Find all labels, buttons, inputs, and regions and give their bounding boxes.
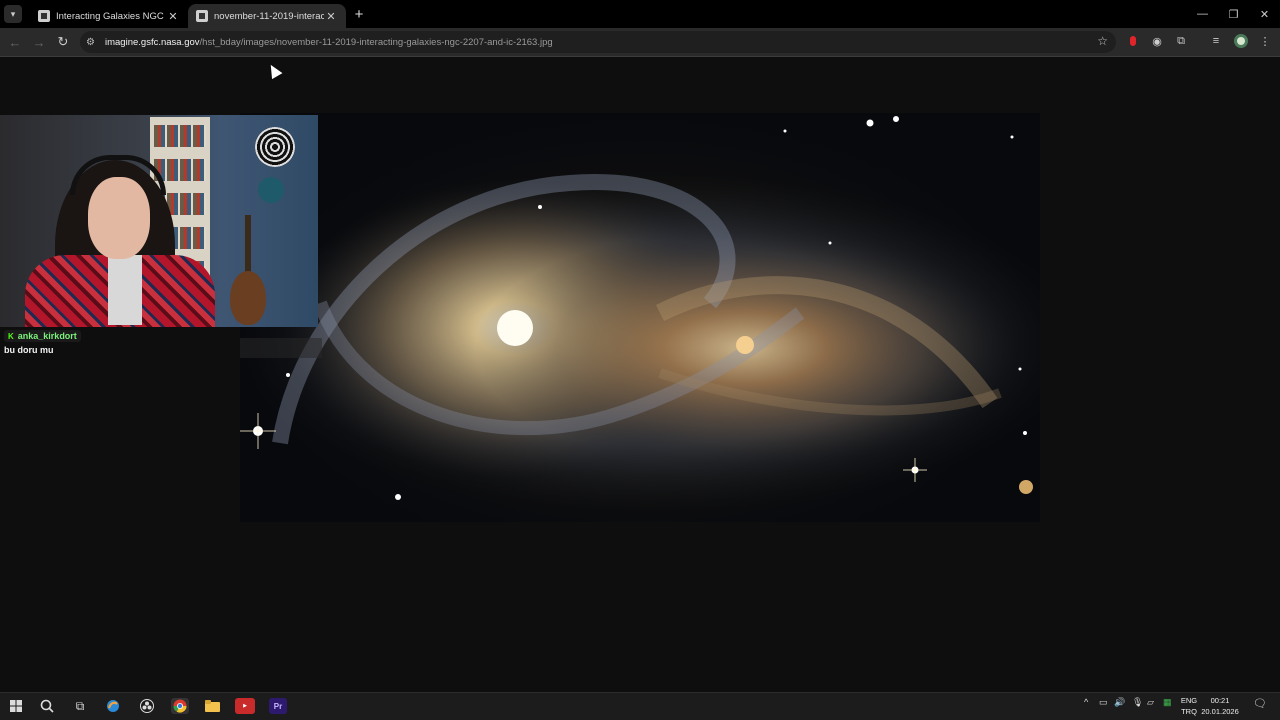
shield-icon[interactable]: ◉ [1149, 33, 1165, 49]
reload-icon[interactable]: ↻ [51, 30, 75, 54]
network-icon[interactable]: ▱ [1147, 697, 1154, 708]
chat-message: bu doru mu [4, 345, 54, 355]
clock-date: 20.01.2026 [1201, 707, 1239, 716]
task-view-icon[interactable]: ⧉ [71, 698, 89, 714]
kebab-menu-icon[interactable]: ⋮ [1257, 33, 1273, 49]
tray-overflow-icon[interactable]: ^ [1084, 697, 1088, 707]
battery-icon[interactable]: ▭ [1099, 697, 1108, 708]
tab-title: november-11-2019-interacting [214, 10, 324, 22]
tune-icon[interactable]: ⚙ [86, 37, 100, 48]
tab-close-icon[interactable]: ✕ [324, 10, 338, 23]
star-icon[interactable]: ☆ [1097, 34, 1108, 48]
window-controls: — ❐ ✕ [1187, 0, 1280, 28]
microphone-icon[interactable]: 🎙 [1132, 697, 1143, 708]
wall-decor-target [255, 127, 295, 167]
record-icon[interactable] [1125, 33, 1141, 49]
chrome-icon[interactable] [171, 698, 189, 714]
forward-arrow-icon[interactable]: → [27, 30, 51, 54]
chat-overlay: K anka_kirkdort bu doru mu [4, 330, 81, 355]
puzzle-icon[interactable]: ⧉ [1173, 33, 1189, 49]
wall-decor-globe [258, 177, 284, 203]
nasa-favicon-icon [196, 10, 208, 22]
url-host: imagine.gsfc.nasa.gov [105, 36, 200, 48]
tab-1[interactable]: november-11-2019-interacting ✕ [188, 4, 346, 28]
chat-username: anka_kirkdort [17, 331, 77, 341]
new-tab-button[interactable]: + [348, 6, 370, 23]
tray-app-icon[interactable]: ▦ [1163, 697, 1172, 708]
browser-toolbar: ← → ↻ ⚙ imagine.gsfc.nasa.gov/hst_bday/i… [0, 28, 1280, 57]
obs-icon[interactable] [138, 698, 156, 714]
chat-author: K anka_kirkdort [4, 330, 81, 342]
premiere-pro-icon[interactable]: Pr [269, 698, 287, 714]
profile-avatar-icon[interactable] [1233, 33, 1249, 49]
maximize-button[interactable]: ❐ [1218, 0, 1249, 28]
tab-search-button[interactable]: ▾ [4, 5, 22, 23]
clock[interactable]: 00:21 20.01.2026 [1198, 695, 1242, 717]
close-window-button[interactable]: ✕ [1249, 0, 1280, 28]
webcam-overlay [0, 115, 318, 327]
url-path: /hst_bday/images/november-11-2019-intera… [199, 36, 553, 48]
tab-title: Interacting Galaxies NGC 2207 [56, 10, 166, 22]
nasa-favicon-icon [38, 10, 50, 22]
tab-strip: ▾ Interacting Galaxies NGC 2207 ✕ novemb… [0, 0, 1280, 28]
file-explorer-icon[interactable] [203, 698, 221, 714]
guitar [230, 215, 266, 325]
stream-app-icon[interactable]: ▶ [235, 698, 255, 714]
tab-close-icon[interactable]: ✕ [166, 10, 180, 23]
kick-badge-icon: K [8, 331, 14, 341]
minimize-button[interactable]: — [1187, 0, 1218, 28]
language-indicator[interactable]: ENG TRQ [1178, 695, 1200, 717]
search-icon[interactable] [38, 698, 56, 714]
windows-start-icon[interactable] [7, 698, 25, 714]
tab-0[interactable]: Interacting Galaxies NGC 2207 ✕ [30, 4, 188, 28]
back-arrow-icon[interactable]: ← [3, 30, 27, 54]
copilot-icon[interactable] [104, 698, 122, 714]
clock-time: 00:21 [1210, 696, 1230, 705]
notification-icon[interactable]: 🗨 [1253, 697, 1267, 710]
media-icon[interactable]: ≡ [1208, 33, 1224, 49]
address-bar[interactable]: ⚙ imagine.gsfc.nasa.gov/hst_bday/images/… [80, 31, 1116, 53]
volume-icon[interactable]: 🔊 [1114, 697, 1125, 708]
galaxy-image [240, 113, 1040, 522]
